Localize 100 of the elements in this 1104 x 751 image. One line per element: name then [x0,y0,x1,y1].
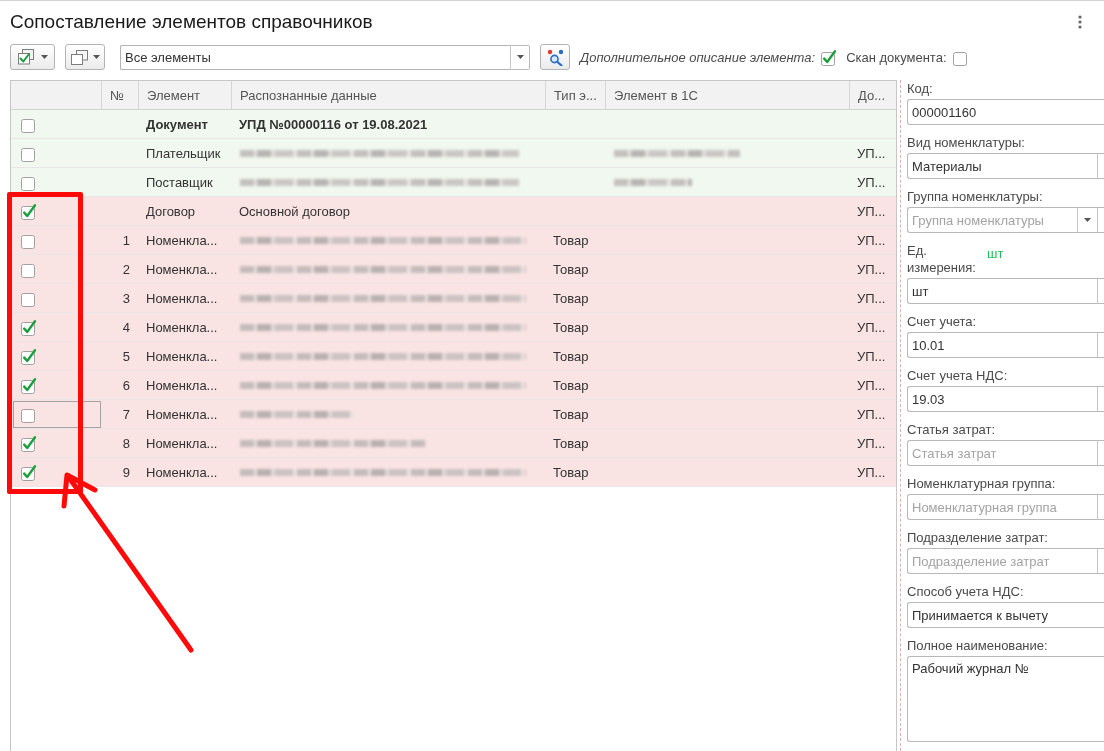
table-cell-text: Номенкла... [145,377,219,393]
table-row[interactable]: Плательщик УП... [11,139,896,168]
field-label: Код: [907,80,933,97]
table-cell-text: УП... [856,464,887,480]
field-label: Подразделение затрат: [907,529,1048,546]
check-menu-button[interactable] [10,44,55,70]
choice-button[interactable] [1097,494,1104,520]
table-cell-text: УП... [856,145,887,161]
table-cell-text: Товар [552,319,590,335]
input-field[interactable]: Принимается к вычету [907,602,1104,628]
input-field[interactable]: Подразделение затрат [907,548,1097,574]
table-cell-text: УП... [856,319,887,335]
choice-button[interactable] [1097,153,1104,179]
option-label: Дополнительное описание элемента: [580,49,816,65]
checkbox[interactable] [20,347,37,365]
column-header[interactable]: № [101,81,138,109]
table-row[interactable]: 3 Номенкла... Товар УП... [11,284,896,313]
choice-button[interactable] [1097,207,1104,233]
input-field[interactable]: Статья затрат [907,440,1097,466]
input-field[interactable]: Номенклатурная группа [907,494,1097,520]
checkboxes-icon [17,49,36,65]
table-cell-text: Товар [552,377,590,393]
checkbox[interactable] [820,48,838,66]
checkbox[interactable] [20,434,37,452]
field-label: Номенклатурная группа: [907,475,1056,492]
table-cell-text: Товар [552,348,590,364]
checkbox[interactable] [20,202,37,220]
column-header[interactable]: До... [849,81,896,109]
choice-button[interactable] [1097,332,1104,358]
magnifier-icon [546,48,564,66]
table-cell-text: УП... [856,261,887,277]
table-cell-text: Номенкла... [145,261,219,277]
table-cell-text: Документ [145,116,209,132]
table-row[interactable]: 1 Номенкла... Товар УП... [11,226,896,255]
table-cell-text: УП... [856,290,887,306]
squares-menu-button[interactable] [65,44,105,70]
table-cell-text: 8 [121,435,131,451]
text-area[interactable]: Рабочий журнал № [907,656,1104,742]
table-cell-text: УП... [856,348,887,364]
table-cell-text: Товар [552,406,590,422]
checkbox[interactable] [20,318,37,336]
table-cell-text: Номенкла... [145,406,219,422]
table-cell-text: 4 [121,319,131,335]
more-icon[interactable] [1078,15,1082,29]
table-row[interactable]: 5 Номенкла... Товар УП... [11,342,896,371]
table-cell-text: 6 [121,377,131,393]
table-row[interactable]: 8 Номенкла... Товар УП... [11,429,896,458]
caret-icon [92,55,100,59]
stacked-squares-icon [70,49,88,65]
field-label: Счет учета НДС: [907,367,1008,384]
table-cell-text: Товар [552,261,590,277]
table-cell-text: Договор [145,203,197,219]
input-field[interactable]: Материалы [907,153,1097,179]
find-button[interactable] [540,44,570,70]
table-row[interactable]: 9 Номенкла... Товар УП... [11,458,896,487]
table-row[interactable]: 6 Номенкла... Товар УП... [11,371,896,400]
table-row[interactable]: Поставщик УП... [11,168,896,197]
table-cell-text: УП... [856,435,887,451]
table-row[interactable]: 4 Номенкла... Товар УП... [11,313,896,342]
table-cell-text: 5 [121,348,131,364]
table-cell-text: Плательщик [145,145,222,161]
dropdown-button[interactable] [510,44,530,70]
input-field[interactable]: шт [907,278,1097,304]
choice-button[interactable] [1097,386,1104,412]
dropdown-button[interactable] [1077,207,1097,233]
table-cell[interactable] [13,400,101,428]
input-field[interactable]: 10.01 [907,332,1097,358]
filter-select[interactable]: Все элементы [120,44,510,70]
input-field[interactable]: Группа номенклатуры [907,207,1077,233]
table-cell-text: УП... [856,377,887,393]
table-cell-text: Основной договор [238,203,351,219]
choice-button[interactable] [1097,278,1104,304]
table-cell-text: Товар [552,232,590,248]
field-label: Вид номенклатуры: [907,134,1025,151]
input-field[interactable]: 19.03 [907,386,1097,412]
table-cell-text: Товар [552,290,590,306]
field-label: Способ учета НДС: [907,583,1024,600]
column-header[interactable]: Распознанные данные [231,81,545,109]
field-label: Полное наименование: [907,637,1048,654]
table-cell-text: Номенкла... [145,232,219,248]
checkbox[interactable] [20,376,37,394]
caret-icon [1084,218,1091,222]
table-row[interactable]: 2 Номенкла... Товар УП... [11,255,896,284]
choice-button[interactable] [1097,548,1104,574]
table-row[interactable]: Документ УПД №00000116 от 19.08.2021 [11,110,896,139]
table-cell-text: 7 [121,406,131,422]
column-header[interactable]: Тип э... [545,81,605,109]
table-cell-text: Номенкла... [145,435,219,451]
unit-text: шт [987,245,1004,261]
column-header[interactable]: Элемент [138,81,231,109]
table-cell-text: 3 [121,290,131,306]
option-label: Скан документа: [846,49,947,65]
choice-button[interactable] [1097,440,1104,466]
field-label: Счет учета: [907,313,977,330]
checkbox[interactable] [20,463,37,481]
table-row[interactable]: 7 Номенкла... Товар УП... [11,400,896,429]
caret-icon [516,55,524,59]
table-row[interactable]: Договор Основной договор УП... [11,197,896,226]
column-header[interactable]: Элемент в 1С [605,81,849,109]
input-field[interactable]: 000001160 [907,99,1104,125]
